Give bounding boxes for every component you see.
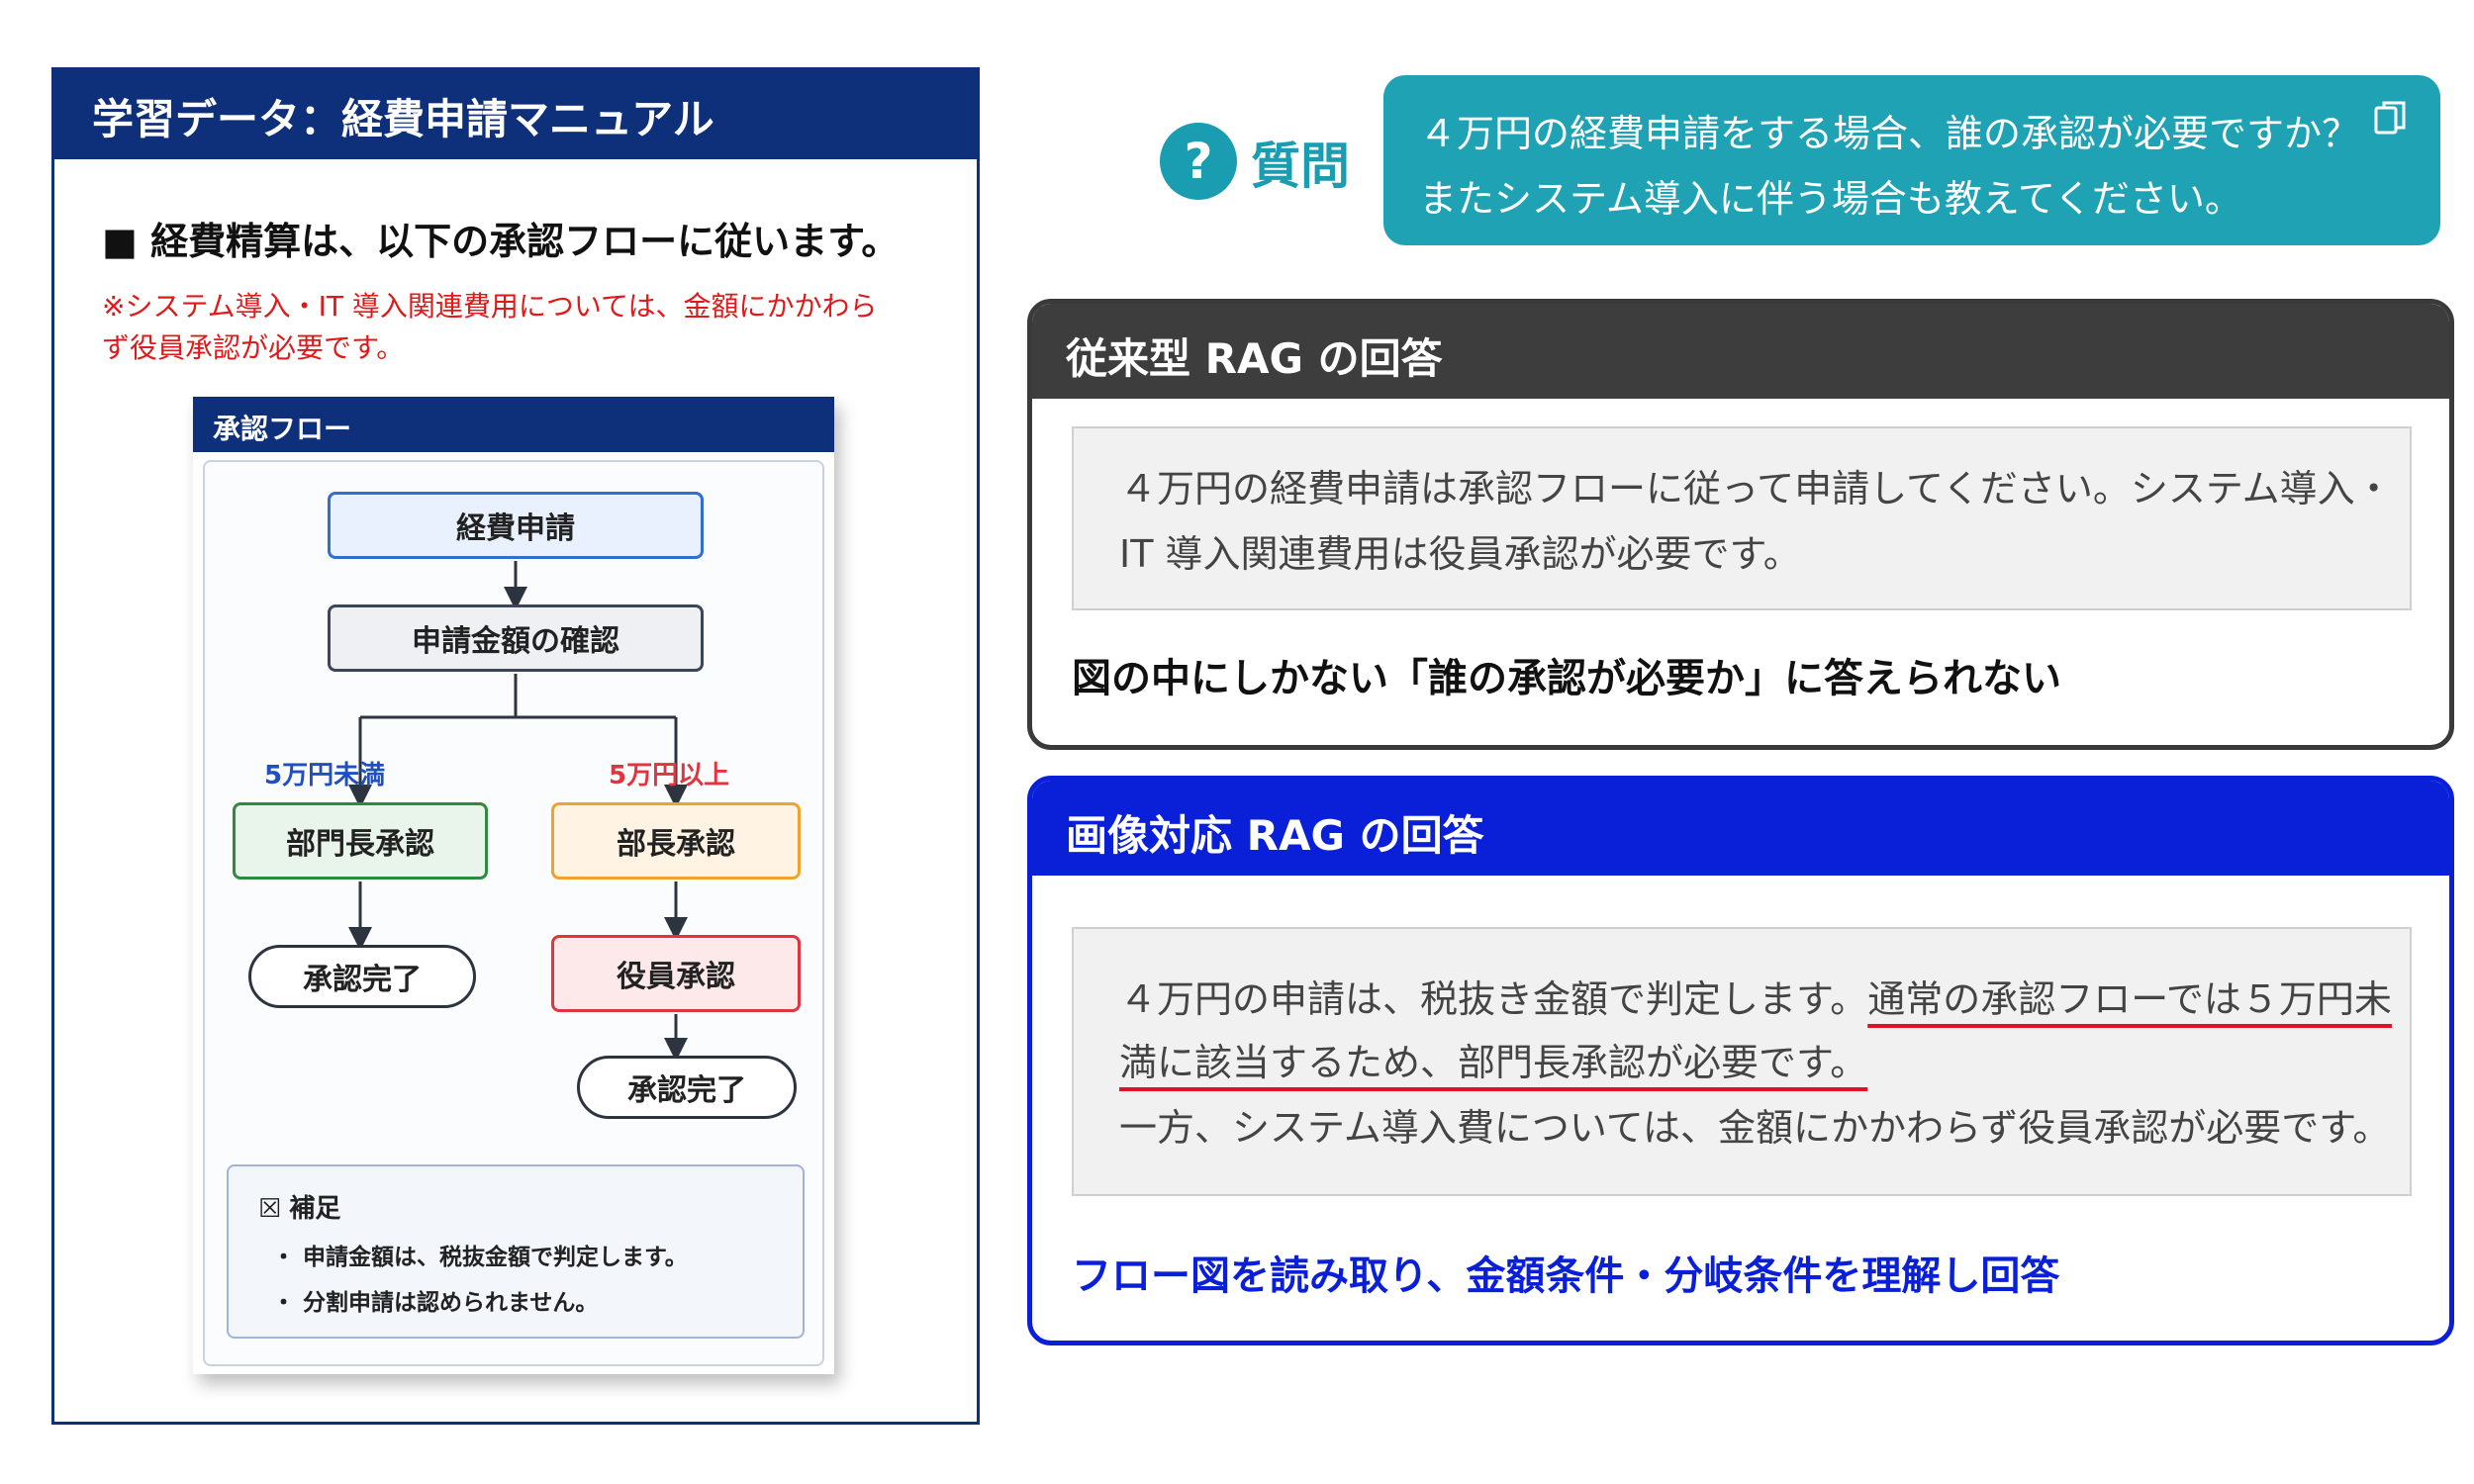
approval-flow-card: 承認フロー 経費申請 申請金額の確認 5万円未満 5万円以上 部門長承認 部長承…	[193, 397, 834, 1374]
supplement-item: ・ 申請金額は、税抜金額で判定します。	[272, 1245, 688, 1270]
supplement-title-text: 補足	[289, 1194, 341, 1224]
node-amount-check: 申請金額の確認	[328, 604, 704, 672]
manual-panel: 学習データ：経費申請マニュアル ■ 経費精算は、以下の承認フローに従います。 ※…	[51, 67, 980, 1425]
image-rag-header: 画像対応 RAG の回答	[1032, 781, 2449, 876]
question-icon: ?	[1160, 123, 1237, 200]
flow-diagram: 経費申請 申請金額の確認 5万円未満 5万円以上 部門長承認 部長承認 承認完了…	[203, 460, 824, 1366]
flow-card-header: 承認フロー	[193, 397, 834, 452]
checkbox-icon: ☒	[258, 1194, 282, 1224]
traditional-answer-box: ４万円の経費申請は承認フローに従って申請してください。システム導入・ IT 導入…	[1072, 426, 2412, 610]
question-line-1: ４万円の経費申請をする場合、誰の承認が必要ですか？	[1419, 112, 2360, 155]
traditional-rag-header: 従来型 RAG の回答	[1032, 304, 2449, 399]
node-division-head-approval: 部長承認	[551, 802, 801, 880]
flow-card-title: 承認フロー	[213, 413, 352, 445]
image-rag-title: 画像対応 RAG の回答	[1066, 811, 1484, 860]
node-approval-complete-right: 承認完了	[577, 1056, 797, 1119]
question-line-2: またシステム導入に伴う場合も教えてください。	[1419, 177, 2242, 221]
node-expense-request: 経費申請	[328, 492, 704, 559]
supplement-item: ・ 分割申請は認められません。	[272, 1290, 599, 1316]
image-answer-highlight-1: 通常の承認フローでは５万円未	[1867, 977, 2392, 1021]
node-executive-approval: 役員承認	[551, 935, 801, 1012]
manual-heading: ■ 経費精算は、以下の承認フローに従います。	[102, 220, 900, 263]
image-conclusion: フロー図を読み取り、金額条件・分岐条件を理解し回答	[1072, 1253, 2060, 1299]
manual-header: 学習データ：経費申請マニュアル	[54, 70, 977, 159]
supplement-title: ☒ 補足	[258, 1188, 340, 1225]
question-bubble: ４万円の経費申請をする場合、誰の承認が必要ですか？ またシステム導入に伴う場合も…	[1383, 75, 2440, 245]
image-answer-highlight-2: 満に該当するため、部門長承認が必要です。	[1119, 1041, 1868, 1084]
question-label: 質問	[1251, 138, 1350, 195]
image-rag-panel: 画像対応 RAG の回答 ４万円の申請は、税抜き金額で判定します。通常の承認フロ…	[1027, 776, 2454, 1345]
traditional-rag-panel: 従来型 RAG の回答 ４万円の経費申請は承認フローに従って申請してください。シ…	[1027, 299, 2454, 750]
manual-title: 学習データ：経費申請マニュアル	[92, 95, 714, 143]
image-answer-line-1-plain: ４万円の申請は、税抜き金額で判定します。	[1119, 977, 1868, 1021]
image-answer-box: ４万円の申請は、税抜き金額で判定します。通常の承認フローでは５万円未 満に該当す…	[1072, 927, 2412, 1196]
node-department-head-approval: 部門長承認	[233, 802, 488, 880]
supplement-box: ☒ 補足 ・ 申請金額は、税抜金額で判定します。 ・ 分割申請は認められません。	[227, 1164, 805, 1339]
traditional-conclusion: 図の中にしかない「誰の承認が必要か」に答えられない	[1072, 656, 2061, 701]
copy-icon[interactable]	[2373, 99, 2407, 137]
image-answer-line-2: 満に該当するため、部門長承認が必要です。	[1119, 1032, 1867, 1086]
traditional-answer-line-2: IT 導入関連費用は役員承認が必要です。	[1119, 532, 1801, 576]
traditional-answer-line-1: ４万円の経費申請は承認フローに従って申請してください。システム導入・	[1119, 467, 2393, 510]
traditional-rag-title: 従来型 RAG の回答	[1066, 334, 1443, 383]
image-answer-line-3: 一方、システム導入費については、金額にかかわらず役員承認が必要です。	[1119, 1106, 2391, 1150]
manual-note: ※システム導入・IT 導入関連費用については、金額にかかわらず役員承認が必要です…	[102, 290, 878, 364]
branch-label-under-50k: 5万円未満	[264, 761, 386, 790]
node-approval-complete-left: 承認完了	[248, 945, 476, 1008]
image-answer-line-1: ４万円の申請は、税抜き金額で判定します。通常の承認フローでは５万円未	[1119, 969, 2392, 1023]
branch-label-over-50k: 5万円以上	[609, 761, 730, 790]
